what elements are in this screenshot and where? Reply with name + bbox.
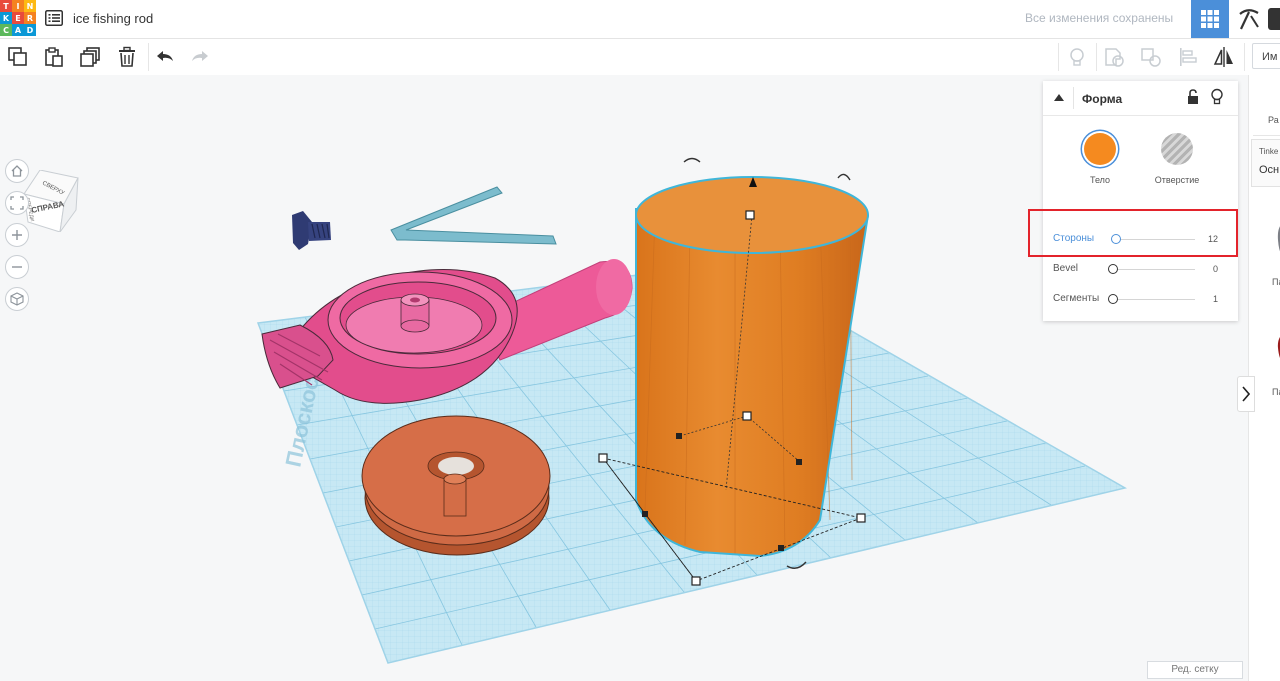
import-button[interactable]: Им bbox=[1252, 43, 1280, 69]
lock-icon[interactable] bbox=[1186, 89, 1200, 105]
edit-grid-button[interactable]: Ред. сетку bbox=[1147, 661, 1243, 679]
segments-label: Сегменты bbox=[1053, 293, 1100, 304]
mirror-icon bbox=[1213, 47, 1233, 67]
3d-view-button[interactable] bbox=[1191, 0, 1229, 38]
edit-toolbar bbox=[0, 39, 1280, 75]
shape-item-label: Па bbox=[1272, 277, 1280, 287]
clip-shape[interactable] bbox=[390, 186, 557, 245]
bevel-slider[interactable] bbox=[1108, 264, 1118, 274]
zoom-out-button[interactable] bbox=[5, 255, 29, 279]
solid-swatch bbox=[1084, 133, 1116, 165]
fit-view-button[interactable] bbox=[5, 191, 29, 215]
hole-mode-button[interactable]: Отверстие bbox=[1147, 133, 1207, 185]
align-icon bbox=[1180, 48, 1197, 66]
tinkercad-logo[interactable]: TINKERCAD bbox=[0, 0, 36, 36]
logo-letter: E bbox=[12, 12, 24, 24]
paste-button[interactable] bbox=[40, 43, 68, 71]
library-value: Осн bbox=[1259, 164, 1280, 176]
mirror-button[interactable] bbox=[1210, 43, 1238, 71]
grid-icon bbox=[1201, 10, 1219, 28]
logo-letter: K bbox=[0, 12, 12, 24]
panel-tab[interactable]: Ра bbox=[1268, 115, 1279, 125]
segments-property[interactable]: Сегменты 1 bbox=[1053, 290, 1228, 310]
chevron-right-icon bbox=[1242, 386, 1250, 402]
light-bulb-icon[interactable] bbox=[1210, 88, 1224, 106]
collapse-panel-button[interactable] bbox=[1237, 376, 1255, 412]
logo-letter: D bbox=[24, 24, 36, 36]
screw-shape[interactable] bbox=[292, 211, 331, 250]
design-title[interactable]: ice fishing rod bbox=[73, 11, 153, 26]
copy-button[interactable] bbox=[4, 43, 32, 71]
redo-button[interactable] bbox=[186, 43, 214, 71]
hole-label: Отверстие bbox=[1154, 175, 1200, 185]
inspector-header: Форма bbox=[1043, 81, 1238, 116]
shape-library-dropdown[interactable]: Tinke Осн bbox=[1251, 139, 1280, 187]
group-button[interactable] bbox=[1100, 43, 1128, 71]
ungroup-icon bbox=[1141, 48, 1161, 67]
logo-letter: I bbox=[12, 0, 24, 12]
light-bulb-button[interactable] bbox=[1063, 43, 1091, 71]
view-cube[interactable]: СВЕРХУ СПРАВА СПЕРЕДИ bbox=[20, 169, 82, 233]
hole-swatch bbox=[1161, 133, 1193, 165]
logo-letter: N bbox=[24, 0, 36, 12]
delete-button[interactable] bbox=[113, 43, 141, 71]
perspective-button[interactable] bbox=[5, 287, 29, 311]
solid-mode-button[interactable]: Тело bbox=[1070, 133, 1130, 185]
paste-icon bbox=[45, 47, 63, 67]
home-view-button[interactable] bbox=[5, 159, 29, 183]
top-bar: TINKERCAD ice fishing rod Все изменения … bbox=[0, 0, 1280, 39]
design-list-icon[interactable] bbox=[45, 10, 63, 26]
bevel-property[interactable]: Bevel 0 bbox=[1053, 260, 1228, 280]
collapse-triangle-icon[interactable] bbox=[1053, 93, 1065, 103]
logo-letter: R bbox=[24, 12, 36, 24]
more-button[interactable] bbox=[1268, 8, 1280, 30]
bevel-label: Bevel bbox=[1053, 263, 1079, 274]
fit-icon bbox=[10, 196, 24, 210]
pickaxe-icon bbox=[1239, 9, 1259, 30]
bevel-value[interactable]: 0 bbox=[1213, 264, 1218, 274]
align-button[interactable] bbox=[1174, 43, 1202, 71]
library-provider: Tinke bbox=[1259, 147, 1279, 156]
segments-value[interactable]: 1 bbox=[1213, 294, 1218, 304]
duplicate-icon bbox=[80, 47, 100, 67]
redo-icon bbox=[192, 51, 208, 61]
save-status: Все изменения сохранены bbox=[1025, 11, 1174, 25]
zoom-out-icon bbox=[12, 266, 22, 268]
undo-icon bbox=[157, 51, 173, 61]
shape-inspector: Форма Тело Отверстие Стороны 12 Bevel 0 … bbox=[1043, 81, 1238, 321]
spool-shape[interactable] bbox=[361, 415, 551, 556]
zoom-in-button[interactable] bbox=[5, 223, 29, 247]
blocks-view-button[interactable] bbox=[1231, 0, 1267, 38]
shape-item-label: Па bbox=[1272, 387, 1280, 397]
annotation-highlight-box bbox=[1028, 209, 1238, 257]
logo-letter: T bbox=[0, 0, 12, 12]
duplicate-button[interactable] bbox=[77, 43, 105, 71]
segments-slider[interactable] bbox=[1108, 294, 1118, 304]
solid-label: Тело bbox=[1089, 175, 1111, 185]
group-icon bbox=[1105, 48, 1124, 67]
zoom-in-icon bbox=[12, 230, 22, 240]
copy-icon bbox=[8, 47, 27, 66]
ungroup-button[interactable] bbox=[1137, 43, 1165, 71]
logo-letter: A bbox=[12, 24, 24, 36]
trash-icon bbox=[119, 46, 135, 67]
undo-button[interactable] bbox=[151, 43, 179, 71]
inspector-title: Форма bbox=[1082, 92, 1123, 106]
perspective-icon bbox=[10, 292, 24, 306]
logo-letter: C bbox=[0, 24, 12, 36]
light-bulb-icon bbox=[1070, 48, 1084, 66]
home-icon bbox=[11, 165, 23, 177]
